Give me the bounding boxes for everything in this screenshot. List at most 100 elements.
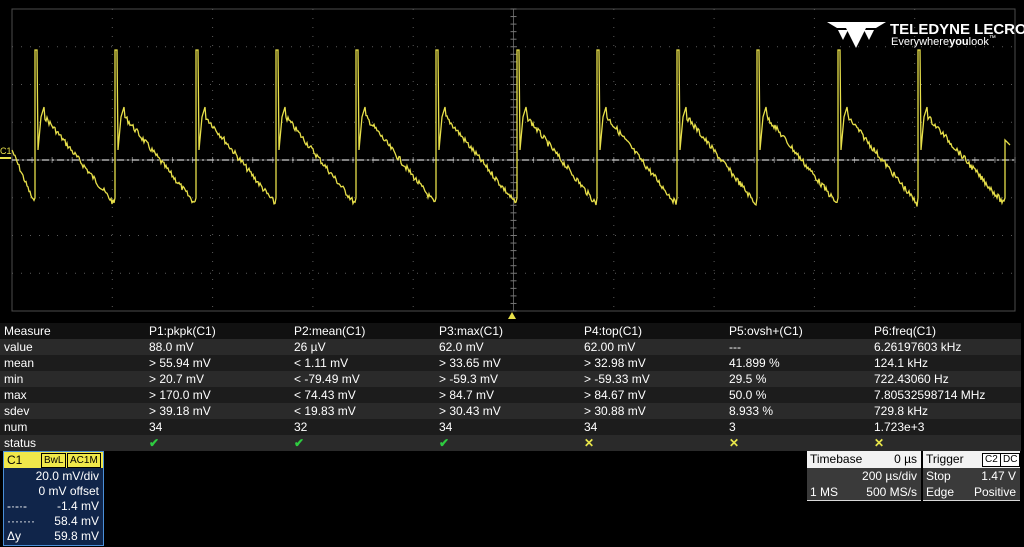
table-cell: 1.723e+3 (874, 420, 925, 434)
coupling-tag: AC1M (67, 453, 101, 468)
row-label: sdev (4, 404, 30, 418)
p3-header[interactable]: P3:max(C1) (439, 323, 503, 339)
status-ok-icon[interactable]: ✔ (149, 435, 159, 451)
cursor-1-label: -·-·- (7, 499, 27, 513)
brand-tagline: Everywhereyoulook™ (891, 35, 996, 48)
table-cell: > -59.3 mV (439, 372, 499, 386)
table-cell: 26 µV (294, 340, 326, 354)
row-label: mean (4, 356, 35, 370)
channel-1-descriptor[interactable]: C1 BwL AC1M 20.0 mV/div 0 mV offset -·-·… (3, 451, 104, 546)
table-row: min > 20.7 mV < -79.49 mV > -59.3 mV > -… (0, 371, 1021, 387)
table-cell: > -59.33 mV (584, 372, 650, 386)
cursor-2-label: ······· (7, 514, 35, 528)
channel-1-name: C1 (7, 453, 23, 467)
timebase-panel[interactable]: Timebase 0 µs 200 µs/div 1 MS 500 MS/s (807, 451, 921, 501)
status-warning-icon[interactable]: ✕ (584, 435, 594, 451)
status-row: status ✔ ✔ ✔ ✕ ✕ ✕ (0, 435, 1021, 451)
table-cell: < 1.11 mV (294, 356, 349, 370)
table-cell: 722.43060 Hz (874, 372, 949, 386)
trigger-mode: Stop (926, 469, 951, 483)
sample-rate: 500 MS/s (866, 485, 917, 499)
table-cell: 3 (729, 420, 736, 434)
table-cell: 41.899 % (729, 356, 780, 370)
status-warning-icon[interactable]: ✕ (729, 435, 739, 451)
row-label: status (4, 436, 37, 450)
timebase-scale-row: 200 µs/div (807, 468, 921, 484)
vertical-scale: 20.0 mV/div (35, 469, 99, 483)
table-cell: < -79.49 mV (294, 372, 360, 386)
table-row: num 34 32 34 34 3 1.723e+3 (0, 419, 1021, 435)
table-cell: 34 (439, 420, 453, 434)
trigger-coupling-tag: DC (1000, 453, 1021, 467)
vertical-offset: 0 mV offset (38, 484, 99, 498)
bandwidth-limit-tag: BwL (41, 453, 67, 468)
timebase-title: Timebase (810, 452, 863, 466)
time-per-div: 200 µs/div (862, 469, 917, 483)
trigger-source-tag: C2 (982, 453, 1001, 467)
table-cell: > 39.18 mV (149, 404, 211, 418)
table-row: mean > 55.94 mV < 1.11 mV > 33.65 mV > 3… (0, 355, 1021, 371)
table-cell: 29.5 % (729, 372, 767, 386)
row-label: max (4, 388, 27, 402)
row-label: num (4, 420, 28, 434)
table-cell: 34 (584, 420, 598, 434)
table-cell: > 30.43 mV (439, 404, 501, 418)
table-cell: 7.80532598714 MHz (874, 388, 986, 402)
channel-1-marker[interactable]: C1 (0, 146, 12, 156)
table-cell: 88.0 mV (149, 340, 194, 354)
row-label: min (4, 372, 24, 386)
table-cell: > 170.0 mV (149, 388, 211, 402)
delta-value: 59.8 mV (54, 529, 99, 543)
table-cell: > 32.98 mV (584, 356, 646, 370)
p4-header[interactable]: P4:top(C1) (584, 323, 642, 339)
status-ok-icon[interactable]: ✔ (439, 435, 449, 451)
trigger-slope: Positive (973, 485, 1016, 499)
timebase-sampling-row: 1 MS 500 MS/s (807, 484, 921, 500)
table-cell: 729.8 kHz (874, 404, 929, 418)
p5-header[interactable]: P5:ovsh+(C1) (729, 323, 803, 339)
table-cell: 8.933 % (729, 404, 774, 418)
table-cell: 50.0 % (729, 388, 767, 402)
p6-header[interactable]: P6:freq(C1) (874, 323, 936, 339)
table-cell: 34 (149, 420, 163, 434)
cursor-2-value: 58.4 mV (54, 514, 99, 528)
table-cell: 62.00 mV (584, 340, 636, 354)
table-cell: 62.0 mV (439, 340, 484, 354)
status-ok-icon[interactable]: ✔ (294, 435, 304, 451)
trigger-level: 1.47 V (981, 469, 1016, 483)
table-row: sdev > 39.18 mV < 19.83 mV > 30.43 mV > … (0, 403, 1021, 419)
channel-1-header: C1 BwL AC1M (4, 452, 103, 468)
measure-header[interactable]: Measure (4, 323, 51, 339)
p1-header[interactable]: P1:pkpk(C1) (149, 323, 216, 339)
table-cell: < 74.43 mV (294, 388, 356, 402)
p2-header[interactable]: P2:mean(C1) (294, 323, 365, 339)
cursor-2-readout: ······· 58.4 mV (4, 514, 103, 529)
table-cell: > 30.88 mV (584, 404, 646, 418)
cursor-1-value: -1.4 mV (56, 499, 99, 513)
table-row: max > 170.0 mV < 74.43 mV > 84.7 mV > 84… (0, 387, 1021, 403)
timebase-header: Timebase 0 µs (807, 451, 921, 468)
table-cell: 32 (294, 420, 308, 434)
table-cell: > 20.7 mV (149, 372, 205, 386)
table-cell: 6.26197603 kHz (874, 340, 962, 354)
table-cell: < 19.83 mV (294, 404, 356, 418)
trigger-level-row: Stop 1.47 V (923, 468, 1020, 484)
delta-label: Δy (7, 529, 22, 543)
memory-length: 1 MS (810, 485, 839, 499)
cursor-1-readout: -·-·- -1.4 mV (4, 499, 103, 514)
measurement-table: Measure P1:pkpk(C1) P2:mean(C1) P3:max(C… (0, 323, 1024, 451)
status-warning-icon[interactable]: ✕ (874, 435, 884, 451)
table-cell: > 55.94 mV (149, 356, 211, 370)
table-row: value 88.0 mV 26 µV 62.0 mV 62.00 mV ---… (0, 339, 1021, 355)
table-cell: 124.1 kHz (874, 356, 929, 370)
waveform-display[interactable]: TELEDYNE LECROY Everywhereyoulook™ C1 (0, 0, 1024, 320)
table-cell: > 84.7 mV (439, 388, 495, 402)
trigger-title: Trigger (926, 452, 964, 466)
table-cell: --- (729, 340, 741, 354)
measure-header-row: Measure P1:pkpk(C1) P2:mean(C1) P3:max(C… (0, 323, 1021, 339)
trigger-panel[interactable]: Trigger C2 DC Stop 1.47 V Edge Positive (923, 451, 1021, 501)
trigger-type: Edge (926, 485, 955, 499)
row-label: value (4, 340, 33, 354)
timebase-delay: 0 µs (894, 452, 917, 466)
delta-readout: Δy 59.8 mV (4, 529, 103, 544)
